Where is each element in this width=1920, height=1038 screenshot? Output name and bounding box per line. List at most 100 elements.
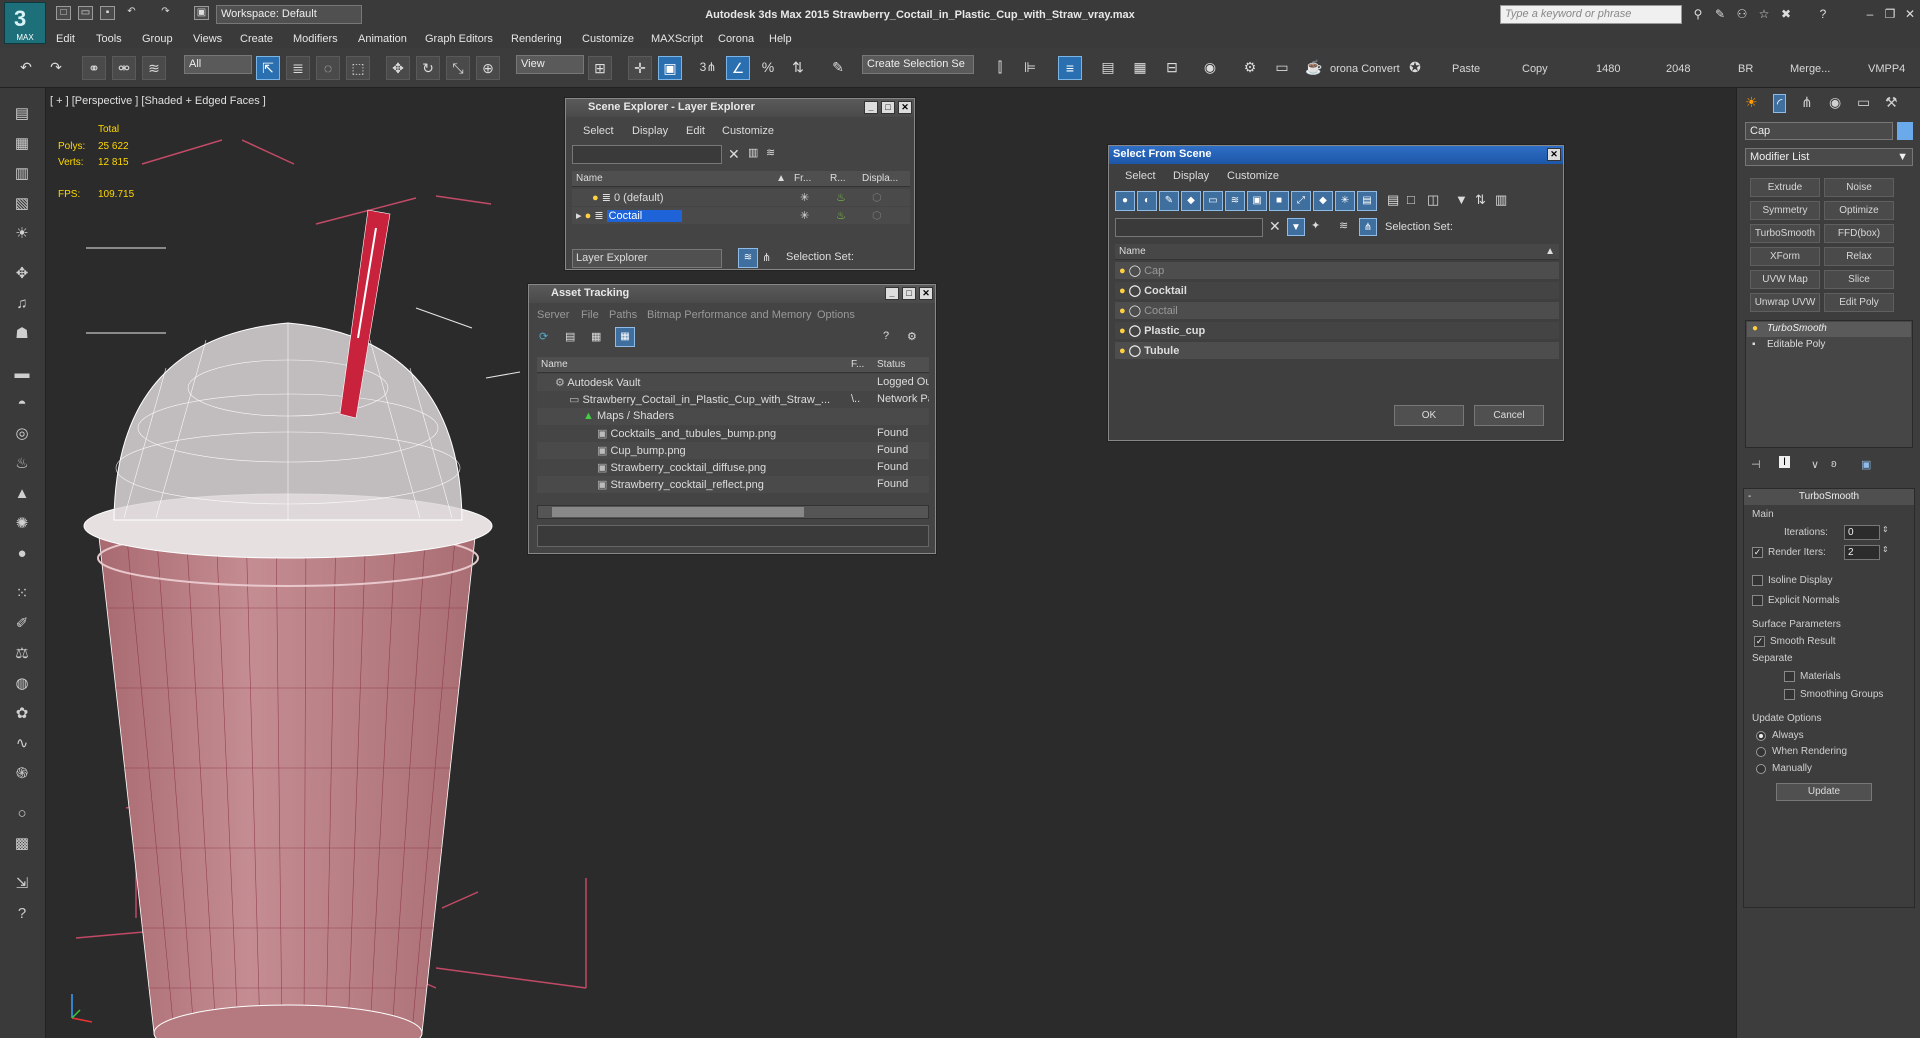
at-menu-options[interactable]: Options [817, 309, 855, 321]
display-cube-icon[interactable]: ⬡ [872, 209, 882, 222]
layer-row[interactable]: ▸ ● ≣ Coctail ✳ ♨ ⬡ [572, 207, 910, 224]
se-col-display[interactable]: Displa... [858, 171, 910, 187]
light-bulb-icon[interactable]: ● [1119, 325, 1129, 337]
layers-icon[interactable]: ≋ [766, 146, 775, 159]
scene-object-row[interactable]: ● ◯ Plastic_cup [1115, 322, 1559, 339]
asset-tracking-titlebar[interactable]: Asset Tracking _ □ ✕ [529, 285, 935, 303]
user-icon[interactable]: ⚇ [1734, 7, 1750, 21]
pivot-center-icon[interactable]: ⊞ [588, 56, 612, 80]
favorites-icon[interactable]: ☆ [1756, 7, 1772, 21]
grid-icon[interactable]: ▥ [9, 162, 35, 186]
filter-lights-icon[interactable]: ✎ [1159, 191, 1179, 211]
render-iters-spinner[interactable]: 2 [1844, 545, 1880, 560]
teapot-icon[interactable]: ♨ [9, 452, 35, 476]
bind-space-warp-icon[interactable]: ≋ [142, 56, 166, 80]
communication-icon[interactable]: ✎ [1712, 7, 1728, 21]
modifier-button[interactable]: Extrude [1750, 178, 1820, 197]
explicit-normals-checkbox[interactable] [1752, 595, 1763, 606]
menu-rendering[interactable]: Rendering [511, 33, 562, 45]
copy-button[interactable]: Copy [1522, 63, 1548, 75]
filter-funnel-icon[interactable]: ▼ [1455, 192, 1468, 207]
at-menu-bitmap-performance[interactable]: Bitmap Performance and Memory [647, 309, 811, 321]
modifier-button[interactable]: UVW Map [1750, 270, 1820, 289]
menu-graph-editors[interactable]: Graph Editors [425, 33, 493, 45]
corona-icon[interactable]: ✪ [1403, 56, 1427, 80]
table-view-icon[interactable]: ▦ [591, 330, 601, 343]
pivot-icon[interactable]: ✥ [9, 262, 35, 286]
dome-icon[interactable]: ◓ [9, 392, 35, 416]
light-bulb-icon[interactable]: ● [1119, 345, 1129, 357]
asset-row[interactable]: ▲ Maps / Shaders [537, 408, 929, 425]
light-bulb-icon[interactable]: ● [1119, 285, 1129, 297]
menu-create[interactable]: Create [240, 33, 273, 45]
scene-object-row[interactable]: ● ◯ Coctail [1115, 302, 1559, 319]
rope-icon[interactable]: ∿ [9, 732, 35, 756]
restore-window-icon[interactable]: ❐ [1882, 7, 1898, 21]
sfs-menu-customize[interactable]: Customize [1227, 170, 1279, 182]
horizontal-scrollbar[interactable] [537, 505, 929, 519]
stack-item-turbosmooth[interactable]: ● TurboSmooth [1747, 322, 1911, 337]
select-manipulate-icon[interactable]: ✛ [628, 56, 652, 80]
ok-button[interactable]: OK [1394, 405, 1464, 426]
light-bulb-icon[interactable]: ● [1119, 305, 1129, 317]
filter-bones-icon[interactable]: ⤢ [1291, 191, 1311, 211]
width-2048-button[interactable]: 2048 [1666, 63, 1690, 75]
show-end-result-icon[interactable]: I [1779, 456, 1791, 468]
filter-shapes-icon[interactable]: ◐ [1137, 191, 1157, 211]
search-input[interactable]: Type a keyword or phrase [1500, 5, 1682, 24]
freeze-icon[interactable]: ✳ [800, 191, 809, 204]
filter-xrefs-icon[interactable]: ■ [1269, 191, 1289, 211]
redo-icon[interactable]: ↷ [44, 56, 68, 80]
spinner-arrows-icon[interactable]: ⇕ [1882, 545, 1889, 554]
se-menu-select[interactable]: Select [583, 125, 614, 137]
asset-row[interactable]: ▣ Strawberry_cocktail_reflect.png Found [537, 476, 929, 493]
close-icon[interactable]: ✕ [1547, 148, 1561, 161]
question-icon[interactable]: ? [9, 902, 35, 926]
headphones-icon[interactable]: ♫ [9, 292, 35, 316]
settings-icon[interactable]: ⚙ [907, 330, 917, 343]
motion-tab-icon[interactable]: ◉ [1829, 94, 1841, 111]
refresh-icon[interactable]: ⟳ [539, 330, 548, 343]
table-icon[interactable]: ▧ [9, 192, 35, 216]
filter-helpers-icon[interactable]: ▭ [1203, 191, 1223, 211]
hold-icon[interactable]: ▣ [194, 6, 209, 20]
filter-active-icon[interactable]: ▼ [1287, 218, 1305, 236]
link-icon[interactable]: ⚭ [82, 56, 106, 80]
help-icon[interactable]: ? [1815, 7, 1831, 21]
hierarchy-mode-icon[interactable]: ⋔ [1359, 218, 1377, 236]
at-col-name[interactable]: Name [537, 357, 847, 373]
expand-box-icon[interactable]: ▪ [1752, 339, 1756, 350]
always-radio[interactable] [1756, 731, 1766, 741]
scale-icon[interactable]: ⤡ [446, 56, 470, 80]
close-icon[interactable]: ✕ [919, 287, 933, 300]
container-icon[interactable]: ▤ [9, 102, 35, 126]
filter-frozen-icon[interactable]: ✳ [1335, 191, 1355, 211]
globe-icon[interactable]: ◍ [9, 672, 35, 696]
merge-button[interactable]: Merge... [1790, 63, 1830, 75]
keyboard-shortcut-icon[interactable]: ▣ [658, 56, 682, 80]
spinner-arrows-icon[interactable]: ⇕ [1882, 525, 1889, 534]
invert-selection-icon[interactable]: ◫ [1427, 192, 1439, 208]
plant-icon[interactable]: ✿ [9, 702, 35, 726]
layer-row[interactable]: ● ≣ 0 (default) ✳ ♨ ⬡ [572, 189, 910, 206]
manually-radio[interactable] [1756, 764, 1766, 774]
scene-explorer-titlebar[interactable]: Scene Explorer - Layer Explorer _ □ ✕ [566, 99, 914, 117]
menu-modifiers[interactable]: Modifiers [293, 33, 338, 45]
object-name-field[interactable]: Cap [1745, 122, 1893, 140]
width-1480-button[interactable]: 1480 [1596, 63, 1620, 75]
percent-snap-icon[interactable]: % [756, 56, 780, 80]
filter-geometry-icon[interactable]: ● [1115, 191, 1135, 211]
binoculars-icon[interactable]: ⚲ [1690, 7, 1706, 21]
place-icon[interactable]: ⊕ [476, 56, 500, 80]
rollout-header[interactable]: - TurboSmooth [1744, 489, 1914, 505]
menu-maxscript[interactable]: MAXScript [651, 33, 703, 45]
cone-icon[interactable]: ▲ [9, 482, 35, 506]
workspace-dropdown[interactable]: Workspace: Default [216, 5, 362, 24]
modifier-button[interactable]: FFD(box) [1824, 224, 1894, 243]
create-tab-icon[interactable]: ☀ [1745, 94, 1758, 111]
ball-icon[interactable]: ○ [9, 802, 35, 826]
hierarchy-icon[interactable]: ⋔ [762, 251, 771, 264]
at-col-f[interactable]: F... [847, 357, 873, 373]
sun-icon[interactable]: ✺ [9, 512, 35, 536]
layer-icon[interactable]: ≋ [1339, 219, 1348, 232]
